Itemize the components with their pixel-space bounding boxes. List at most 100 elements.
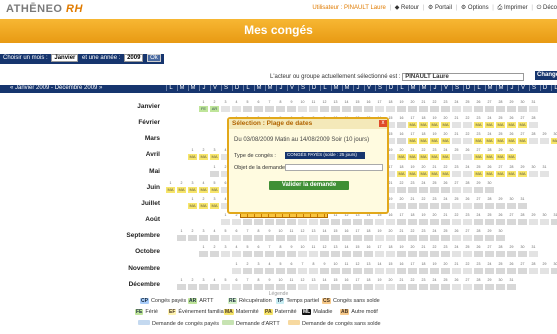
day-cell[interactable] [518, 203, 527, 209]
day-cell[interactable] [485, 187, 494, 193]
day-cell[interactable] [463, 171, 472, 177]
day-cell[interactable]: MA [518, 171, 527, 177]
day-cell[interactable] [320, 106, 329, 112]
day-cell[interactable] [243, 219, 252, 225]
day-cell[interactable]: MA [507, 138, 516, 144]
day-cell[interactable] [375, 235, 384, 241]
day-cell[interactable] [232, 251, 241, 257]
day-cell[interactable] [430, 251, 439, 257]
day-cell[interactable]: MA [210, 187, 219, 193]
logout-button[interactable]: ⏻ Déco [537, 5, 557, 11]
validate-request-button[interactable]: Valider la demande [269, 181, 349, 190]
day-cell[interactable]: MA [496, 171, 505, 177]
day-cell[interactable] [188, 235, 197, 241]
day-cell[interactable] [177, 284, 186, 290]
day-cell[interactable] [265, 106, 274, 112]
day-cell[interactable] [485, 268, 494, 274]
day-cell[interactable] [551, 219, 557, 225]
day-cell[interactable] [397, 187, 406, 193]
day-cell[interactable] [397, 284, 406, 290]
day-cell[interactable] [342, 106, 351, 112]
day-cell[interactable]: MA [177, 187, 186, 193]
day-cell[interactable] [419, 251, 428, 257]
day-cell[interactable] [386, 251, 395, 257]
day-cell[interactable] [309, 106, 318, 112]
day-cell[interactable] [441, 187, 450, 193]
day-cell[interactable]: MA [507, 122, 516, 128]
day-cell[interactable] [309, 284, 318, 290]
day-cell[interactable] [243, 106, 252, 112]
day-cell[interactable]: MA [408, 154, 417, 160]
day-cell[interactable] [364, 268, 373, 274]
day-cell[interactable] [386, 268, 395, 274]
year-select[interactable]: 2009 [124, 54, 144, 62]
request-object-input[interactable] [285, 164, 383, 171]
day-cell[interactable]: MA [408, 171, 417, 177]
day-cell[interactable] [452, 235, 461, 241]
day-cell[interactable] [485, 235, 494, 241]
day-cell[interactable]: MA [188, 187, 197, 193]
day-cell[interactable] [419, 219, 428, 225]
day-cell[interactable] [452, 154, 461, 160]
day-cell[interactable] [496, 106, 505, 112]
day-cell[interactable] [452, 284, 461, 290]
day-cell[interactable] [419, 203, 428, 209]
day-cell[interactable]: MA [408, 122, 417, 128]
day-cell[interactable] [441, 268, 450, 274]
day-cell[interactable] [397, 219, 406, 225]
period-label[interactable]: « Janvier 2009 - Décembre 2009 » [10, 85, 102, 91]
day-cell[interactable] [397, 106, 406, 112]
day-cell[interactable]: MA [397, 171, 406, 177]
day-cell[interactable] [353, 106, 362, 112]
day-cell[interactable] [221, 284, 230, 290]
day-cell[interactable]: MA [507, 171, 516, 177]
day-cell[interactable] [430, 106, 439, 112]
day-cell[interactable] [342, 219, 351, 225]
day-cell[interactable] [320, 268, 329, 274]
day-cell[interactable] [540, 268, 549, 274]
day-cell[interactable] [353, 251, 362, 257]
day-cell[interactable] [375, 268, 384, 274]
day-cell[interactable] [441, 219, 450, 225]
day-cell[interactable] [441, 203, 450, 209]
day-cell[interactable] [254, 235, 263, 241]
day-cell[interactable] [463, 268, 472, 274]
day-cell[interactable] [474, 235, 483, 241]
day-cell[interactable] [210, 235, 219, 241]
day-cell[interactable] [342, 235, 351, 241]
day-cell[interactable] [408, 235, 417, 241]
day-cell[interactable] [386, 106, 395, 112]
day-cell[interactable] [485, 219, 494, 225]
day-cell[interactable] [199, 235, 208, 241]
day-cell[interactable] [441, 235, 450, 241]
leave-type-select[interactable]: CONGÉS PAYÉS (solde : 25 jours) [285, 152, 365, 159]
day-cell[interactable] [331, 268, 340, 274]
day-cell[interactable]: MA [199, 187, 208, 193]
day-cell[interactable] [463, 251, 472, 257]
day-cell[interactable] [298, 106, 307, 112]
day-cell[interactable] [463, 138, 472, 144]
day-cell[interactable] [397, 122, 406, 128]
day-cell[interactable] [364, 106, 373, 112]
day-cell[interactable] [518, 219, 527, 225]
day-cell[interactable] [419, 284, 428, 290]
day-cell[interactable] [441, 106, 450, 112]
day-cell[interactable] [287, 251, 296, 257]
day-cell[interactable] [463, 187, 472, 193]
day-cell[interactable] [287, 219, 296, 225]
day-cell[interactable]: MA [441, 122, 450, 128]
day-cell[interactable] [474, 106, 483, 112]
day-cell[interactable] [254, 268, 263, 274]
day-cell[interactable] [430, 187, 439, 193]
day-cell[interactable]: MA [397, 154, 406, 160]
day-cell[interactable] [507, 284, 516, 290]
day-cell[interactable] [529, 251, 538, 257]
day-cell[interactable] [441, 284, 450, 290]
day-cell[interactable] [221, 219, 230, 225]
day-cell[interactable] [232, 284, 241, 290]
day-cell[interactable] [529, 219, 538, 225]
day-cell[interactable] [298, 268, 307, 274]
day-cell[interactable] [298, 284, 307, 290]
day-cell[interactable]: MA [188, 203, 197, 209]
day-cell[interactable] [342, 268, 351, 274]
